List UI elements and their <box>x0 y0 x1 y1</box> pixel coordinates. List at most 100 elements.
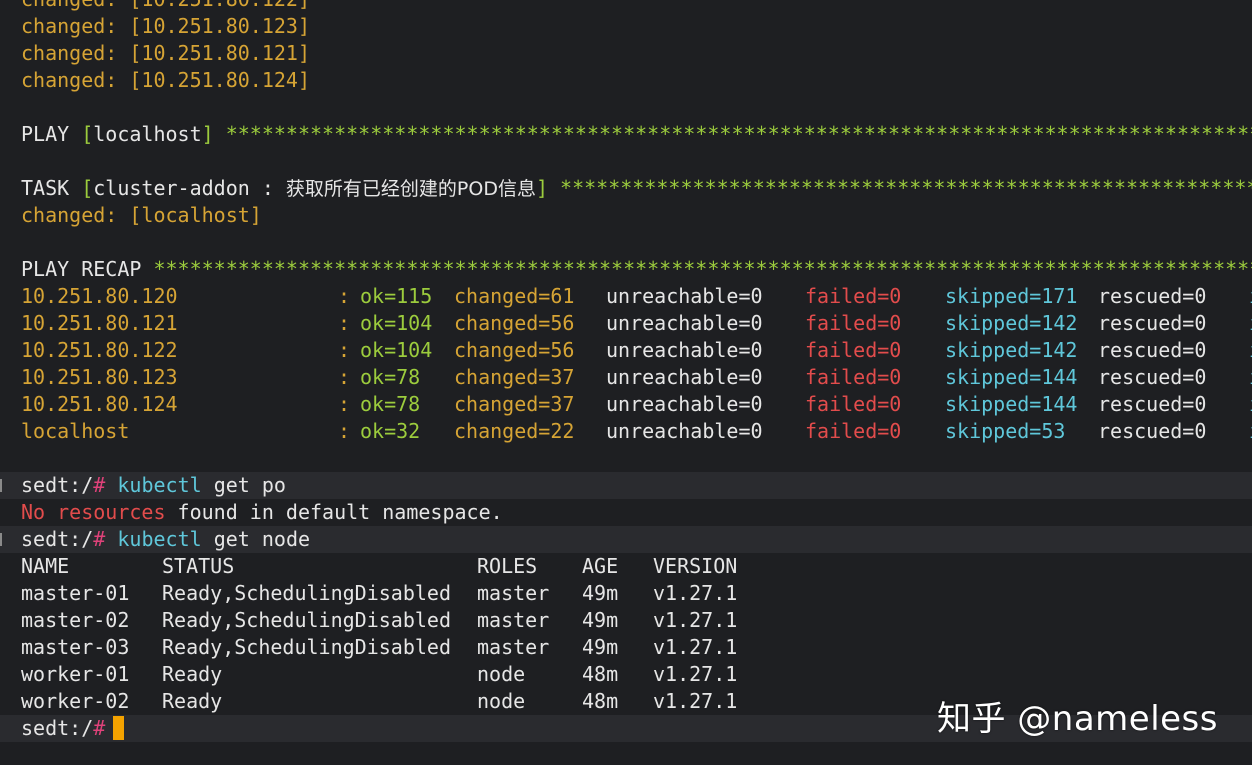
play-header-line: PLAY [localhost] ***********************… <box>0 121 1252 148</box>
node-roles: master <box>477 634 549 661</box>
recap-skipped: skipped=142 <box>945 310 1077 337</box>
task-bracket-open: [ <box>81 176 93 200</box>
changed-host-line: changed: [10.251.80.121] <box>21 40 310 67</box>
recap-unreachable: unreachable=0 <box>606 364 763 391</box>
prompt-symbol: # <box>93 473 105 497</box>
play-keyword: PLAY <box>21 122 81 146</box>
recap-failed: failed=0 <box>805 418 901 445</box>
node-version: v1.27.1 <box>653 661 737 688</box>
recap-row: 10.251.80.121 : ok=104 changed=56 unreac… <box>0 310 1252 337</box>
play-target: localhost <box>93 122 201 146</box>
node-age: 48m <box>582 661 618 688</box>
node-name: master-03 <box>21 634 129 661</box>
shell-command[interactable]: sedt:/# kubectl get node <box>21 526 310 553</box>
prompt-line[interactable]: sedt:/# kubectl get po <box>0 472 1252 499</box>
recap-colon: : <box>338 364 350 391</box>
recap-changed: changed=37 <box>454 364 574 391</box>
prompt-host: sedt <box>21 527 69 551</box>
shell-command[interactable]: sedt:/# kubectl get po <box>21 472 286 499</box>
prompt-symbol: # <box>93 527 105 551</box>
table-row: master-01 Ready,SchedulingDisabled maste… <box>0 580 1252 607</box>
recap-ok: ok=115 <box>360 283 432 310</box>
prompt-path: :/ <box>69 473 93 497</box>
recap-changed: changed=61 <box>454 283 574 310</box>
output-line: changed: [10.251.80.122] <box>0 0 1252 13</box>
recap-unreachable: unreachable=0 <box>606 283 763 310</box>
recap-keyword: PLAY RECAP <box>21 257 141 281</box>
table-header: NAME STATUS ROLES AGE VERSION <box>0 553 1252 580</box>
prompt-host: sedt <box>21 473 69 497</box>
column-header-name: NAME <box>21 553 69 580</box>
recap-rescued: rescued=0 <box>1098 337 1206 364</box>
output-line: No resources found in default namespace. <box>0 499 1252 526</box>
recap-changed: changed=56 <box>454 310 574 337</box>
current-prompt[interactable]: sedt:/# <box>21 715 124 742</box>
recap-rescued: rescued=0 <box>1098 283 1206 310</box>
recap-host: 10.251.80.122 <box>21 337 178 364</box>
recap-rescued: rescued=0 <box>1098 391 1206 418</box>
node-name: master-02 <box>21 607 129 634</box>
recap-skipped: skipped=144 <box>945 364 1077 391</box>
recap-ok: ok=104 <box>360 310 432 337</box>
column-header-status: STATUS <box>162 553 234 580</box>
table-row: worker-01 Ready node 48m v1.27.1 <box>0 661 1252 688</box>
column-header-age: AGE <box>582 553 618 580</box>
output-line: changed: [10.251.80.121] <box>0 40 1252 67</box>
recap-failed: failed=0 <box>805 364 901 391</box>
node-roles: master <box>477 580 549 607</box>
recap-unreachable: unreachable=0 <box>606 418 763 445</box>
prompt-path: :/ <box>69 527 93 551</box>
recap-rescued: rescued=0 <box>1098 364 1206 391</box>
recap-unreachable: unreachable=0 <box>606 391 763 418</box>
node-name: master-01 <box>21 580 129 607</box>
recap-host: 10.251.80.120 <box>21 283 178 310</box>
gutter-mark-icon <box>0 533 2 546</box>
recap-host: localhost <box>21 418 129 445</box>
recap-row: 10.251.80.123 : ok=78 changed=37 unreach… <box>0 364 1252 391</box>
node-age: 49m <box>582 607 618 634</box>
text-cursor[interactable] <box>113 716 124 740</box>
node-status: Ready,SchedulingDisabled <box>162 634 451 661</box>
recap-host: 10.251.80.123 <box>21 364 178 391</box>
task-result: changed: [localhost] <box>21 202 262 229</box>
task-header: TASK [cluster-addon : 获取所有已经创建的POD信息] **… <box>21 175 1252 202</box>
recap-rescued: rescued=0 <box>1098 310 1206 337</box>
node-name: worker-02 <box>21 688 129 715</box>
recap-row: 10.251.80.124 : ok=78 changed=37 unreach… <box>0 391 1252 418</box>
recap-colon: : <box>338 310 350 337</box>
recap-header-line: PLAY RECAP *****************************… <box>0 256 1252 283</box>
changed-host-line: changed: [10.251.80.123] <box>21 13 310 40</box>
recap-failed: failed=0 <box>805 391 901 418</box>
command-name: kubectl <box>117 527 201 551</box>
recap-changed: changed=22 <box>454 418 574 445</box>
node-age: 49m <box>582 634 618 661</box>
output-line: changed: [10.251.80.123] <box>0 13 1252 40</box>
recap-unreachable: unreachable=0 <box>606 310 763 337</box>
node-status: Ready,SchedulingDisabled <box>162 580 451 607</box>
prompt-line[interactable]: sedt:/# kubectl get node <box>0 526 1252 553</box>
node-version: v1.27.1 <box>653 634 737 661</box>
recap-colon: : <box>338 337 350 364</box>
changed-host-line: changed: [10.251.80.122] <box>21 0 310 13</box>
node-roles: node <box>477 688 525 715</box>
task-header-line: TASK [cluster-addon : 获取所有已经创建的POD信息] **… <box>0 175 1252 202</box>
node-name: worker-01 <box>21 661 129 688</box>
recap-skipped: skipped=53 <box>945 418 1065 445</box>
output-text: found in default namespace. <box>166 500 503 524</box>
terminal-window[interactable]: changed: [10.251.80.122] changed: [10.25… <box>0 0 1252 765</box>
task-bracket-close: ] <box>536 176 548 200</box>
table-row: master-02 Ready,SchedulingDisabled maste… <box>0 607 1252 634</box>
recap-changed: changed=37 <box>454 391 574 418</box>
column-header-version: VERSION <box>653 553 737 580</box>
recap-colon: : <box>338 391 350 418</box>
play-stars: ****************************************… <box>214 122 1252 146</box>
table-row: master-03 Ready,SchedulingDisabled maste… <box>0 634 1252 661</box>
recap-row: 10.251.80.120 : ok=115 changed=61 unreac… <box>0 283 1252 310</box>
recap-host: 10.251.80.124 <box>21 391 178 418</box>
node-roles: node <box>477 661 525 688</box>
recap-ok: ok=32 <box>360 418 420 445</box>
prompt-path: :/ <box>69 716 93 740</box>
recap-unreachable: unreachable=0 <box>606 337 763 364</box>
recap-failed: failed=0 <box>805 283 901 310</box>
recap-row: 10.251.80.122 : ok=104 changed=56 unreac… <box>0 337 1252 364</box>
